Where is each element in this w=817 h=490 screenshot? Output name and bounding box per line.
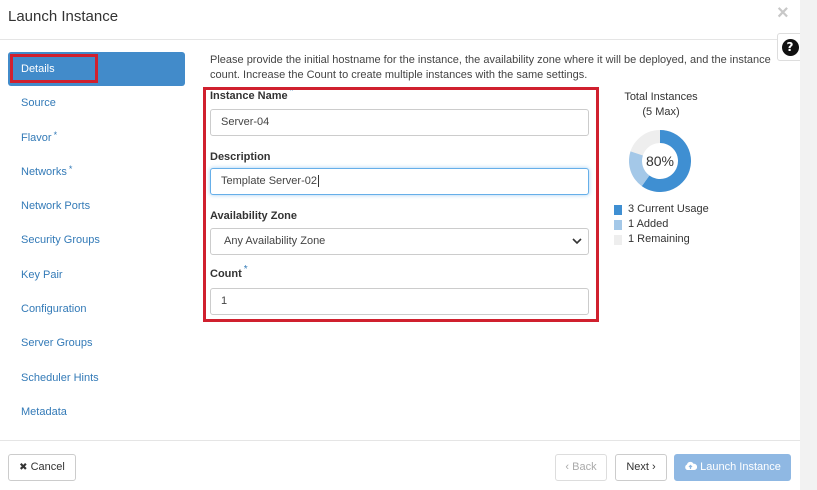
nav-item-label: Security Groups — [21, 234, 100, 247]
legend-swatch — [614, 234, 622, 245]
nav-item-flavor[interactable]: Flavor * — [8, 121, 185, 155]
nav-item-server-groups[interactable]: Server Groups — [8, 326, 185, 360]
launch-instance-button[interactable]: Launch Instance — [674, 454, 791, 481]
quota-title: Total Instances — [624, 91, 698, 103]
nav-item-label: Key Pair — [21, 268, 63, 281]
cancel-button[interactable]: ✖ Cancel — [8, 454, 76, 481]
wizard-nav: Details Source Flavor * Networks * Network… — [8, 52, 185, 429]
legend-swatch — [614, 219, 622, 230]
nav-item-scheduler-hints[interactable]: Scheduler Hints — [8, 361, 185, 395]
nav-item-key-pair[interactable]: Key Pair — [8, 258, 185, 292]
nav-item-label: Source — [21, 97, 56, 110]
required-marker: * — [53, 129, 58, 140]
nav-item-network-ports[interactable]: Network Ports — [8, 189, 185, 223]
nav-item-label: Network Ports — [21, 200, 91, 213]
modal-title: Launch Instance — [8, 8, 119, 25]
back-button[interactable]: ‹ Back — [555, 454, 607, 481]
required-marker: * — [68, 163, 73, 174]
modal-footer: ✖ Cancel ‹ Back Next › Launch Instance — [0, 440, 800, 490]
chevron-right-icon: › — [652, 461, 656, 473]
nav-item-security-groups[interactable]: Security Groups — [8, 223, 185, 257]
nav-item-label: Networks — [21, 165, 67, 178]
nav-item-label: Scheduler Hints — [21, 371, 99, 384]
chevron-left-icon: ‹ — [565, 461, 570, 473]
nav-item-label: Configuration — [21, 303, 87, 316]
form-highlight-box — [203, 87, 599, 322]
nav-item-metadata[interactable]: Metadata — [8, 395, 185, 429]
quota-percent: 80% — [645, 153, 675, 169]
modal-header: Launch Instance × — [0, 0, 800, 40]
nav-item-source[interactable]: Source — [8, 86, 185, 120]
next-button[interactable]: Next › — [615, 454, 667, 481]
nav-item-networks[interactable]: Networks * — [8, 155, 185, 189]
instances-quota-chart: Total Instances (5 Max) 80% 3 Current Us… — [612, 90, 712, 245]
close-icon[interactable]: × — [777, 2, 789, 24]
legend-item: 3 Current Usage — [614, 202, 709, 217]
legend-item: 1 Added — [614, 217, 709, 232]
nav-item-label: Flavor — [21, 131, 52, 144]
close-icon: ✖ — [19, 462, 28, 473]
cloud-upload-icon — [685, 462, 698, 471]
quota-legend: 3 Current Usage 1 Added 1 Remaining — [614, 202, 709, 247]
nav-item-label: Server Groups — [21, 337, 93, 350]
details-highlight-box — [10, 54, 98, 83]
legend-item: 1 Remaining — [614, 232, 709, 247]
scrollbar-gutter — [800, 0, 817, 490]
quota-subtitle: (5 Max) — [642, 106, 680, 118]
details-intro-text: Please provide the initial hostname for … — [210, 54, 771, 81]
legend-swatch — [614, 204, 622, 215]
nav-item-label: Metadata — [21, 405, 67, 418]
launch-instance-modal: Launch Instance × ? Details Source Flavo… — [0, 0, 803, 490]
nav-item-configuration[interactable]: Configuration — [8, 292, 185, 326]
